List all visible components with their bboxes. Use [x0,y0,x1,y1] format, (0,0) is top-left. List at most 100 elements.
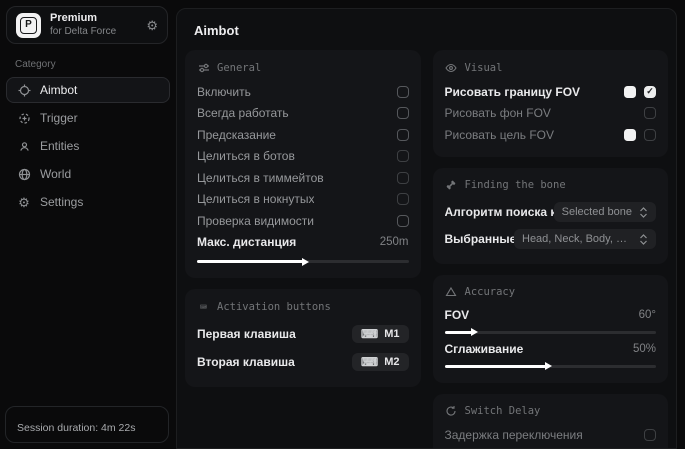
toggle-label: Рисовать цель FOV [445,128,555,142]
slider-row: FOV 60° [445,306,657,324]
panel-finding-the-bone: Finding the bone Алгоритм поиска костей … [433,168,669,264]
brand-subtitle: for Delta Force [50,26,116,39]
panel-title: Finding the bone [465,179,566,191]
checkbox[interactable] [397,193,409,205]
checkbox[interactable] [397,215,409,227]
sidebar-item-label: Settings [40,195,83,209]
select-value: Selected bone [562,206,632,218]
panel-visual-header: Visual [445,61,657,74]
sidebar: P Premium for Delta Force ⚙ Category Aim… [0,0,176,449]
toggle-label: Всегда работать [197,106,289,120]
keybind-label: Первая клавиша [197,327,296,341]
person-scan-icon [17,139,31,153]
sidebar-item-label: Trigger [40,111,78,125]
fov-slider[interactable] [445,331,657,334]
gear-icon[interactable]: ⚙ [146,19,158,32]
toggle-row: Рисовать цель FOV [445,124,657,146]
sidebar-nav: Aimbot Trigger Entities [6,77,170,215]
keyboard-icon: ⌨ [197,300,210,313]
max-distance-slider[interactable] [197,260,409,263]
panel-title: Activation buttons [217,301,331,313]
right-column: Visual Рисовать границу FOV Рисовать фон… [433,50,669,449]
color-swatch[interactable] [624,129,636,141]
checkbox[interactable] [397,150,409,162]
crosshair-icon [17,83,31,97]
toggle-label: Целиться в ботов [197,149,295,163]
keyboard-icon: ⌨ [361,328,378,340]
triangle-icon [445,286,458,299]
panel-activation-header: ⌨ Activation buttons [197,300,409,313]
color-swatch[interactable] [624,86,636,98]
panel-accuracy-header: Accuracy [445,286,657,299]
slider-row: Макс. дистанция 250m [197,232,409,254]
toggle-row: Проверка видимости [197,210,409,232]
smoothing-slider[interactable] [445,365,657,368]
toggle-label: Включить [197,85,251,99]
sliders-icon [197,61,210,74]
keybind-button[interactable]: ⌨ M1 [352,325,409,343]
toggle-row: Задержка переключения [445,425,657,447]
panel-visual: Visual Рисовать границу FOV Рисовать фон… [433,50,669,157]
brand-logo-letter: P [20,17,37,34]
bone-algorithm-select[interactable]: Selected bone [554,202,656,222]
sidebar-item-entities[interactable]: Entities [6,133,170,159]
select-row: Алгоритм поиска костей Selected bone [445,199,657,226]
slider-label: Сглаживание [445,342,524,356]
app-window: P Premium for Delta Force ⚙ Category Aim… [0,0,685,449]
trigger-icon [17,111,31,125]
toggle-label: Целиться в нокнутых [197,192,314,206]
category-label: Category [15,59,176,70]
checkbox[interactable] [397,129,409,141]
select-label: Алгоритм поиска костей [445,205,554,219]
toggle-label: Рисовать фон FOV [445,106,551,120]
checkbox[interactable] [644,107,656,119]
select-value: Head, Neck, Body, Pe... [522,233,632,245]
panel-title: Visual [465,62,503,74]
checkbox[interactable] [397,172,409,184]
toggle-row: Предсказание [197,124,409,146]
checkbox[interactable] [644,86,656,98]
slider-thumb[interactable] [302,258,309,266]
page-title: Aimbot [194,23,668,38]
keybind-label: Вторая клавиша [197,355,295,369]
slider-value: 60° [639,309,656,321]
sidebar-item-label: Aimbot [40,83,77,97]
keybind-button[interactable]: ⌨ M2 [352,353,409,371]
unfold-icon [639,207,648,218]
globe-icon [17,167,31,181]
brand-card: P Premium for Delta Force ⚙ [6,6,168,44]
sidebar-item-aimbot[interactable]: Aimbot [6,77,170,103]
slider-label: Макс. дистанция [197,235,296,249]
slider-row: Сглаживание 50% [445,340,657,358]
selected-bones-select[interactable]: Head, Neck, Body, Pe... [514,229,656,249]
gear-icon: ⚙ [17,195,31,209]
checkbox[interactable] [644,429,656,441]
checkbox[interactable] [644,129,656,141]
keybind-value: M1 [384,328,399,340]
slider-value: 50% [633,343,656,355]
toggle-label: Целиться в тиммейтов [197,171,324,185]
slider-label: FOV [445,308,470,322]
panel-title: Switch Delay [465,405,541,417]
panel-general-header: General [197,61,409,74]
checkbox[interactable] [397,107,409,119]
slider-thumb[interactable] [471,328,478,336]
brand-text: Premium for Delta Force [50,12,116,38]
brand-logo: P [16,13,41,38]
eye-icon [445,61,458,74]
main-content: Aimbot General Включит [176,8,677,449]
session-duration-text: Session duration: 4m 22s [17,422,135,434]
unfold-icon [639,234,648,245]
session-duration: Session duration: 4m 22s [5,406,169,443]
brand-title: Premium [50,12,116,26]
sidebar-item-trigger[interactable]: Trigger [6,105,170,131]
sidebar-item-world[interactable]: World [6,161,170,187]
toggle-row: Рисовать границу FOV [445,81,657,103]
keybind-row: Первая клавиша ⌨ M1 [197,320,409,348]
sidebar-item-settings[interactable]: ⚙ Settings [6,189,170,215]
slider-thumb[interactable] [545,362,552,370]
toggle-row: Целиться в тиммейтов [197,167,409,189]
checkbox[interactable] [397,86,409,98]
toggle-label: Рисовать границу FOV [445,85,581,99]
rotate-clock-icon [445,405,458,418]
